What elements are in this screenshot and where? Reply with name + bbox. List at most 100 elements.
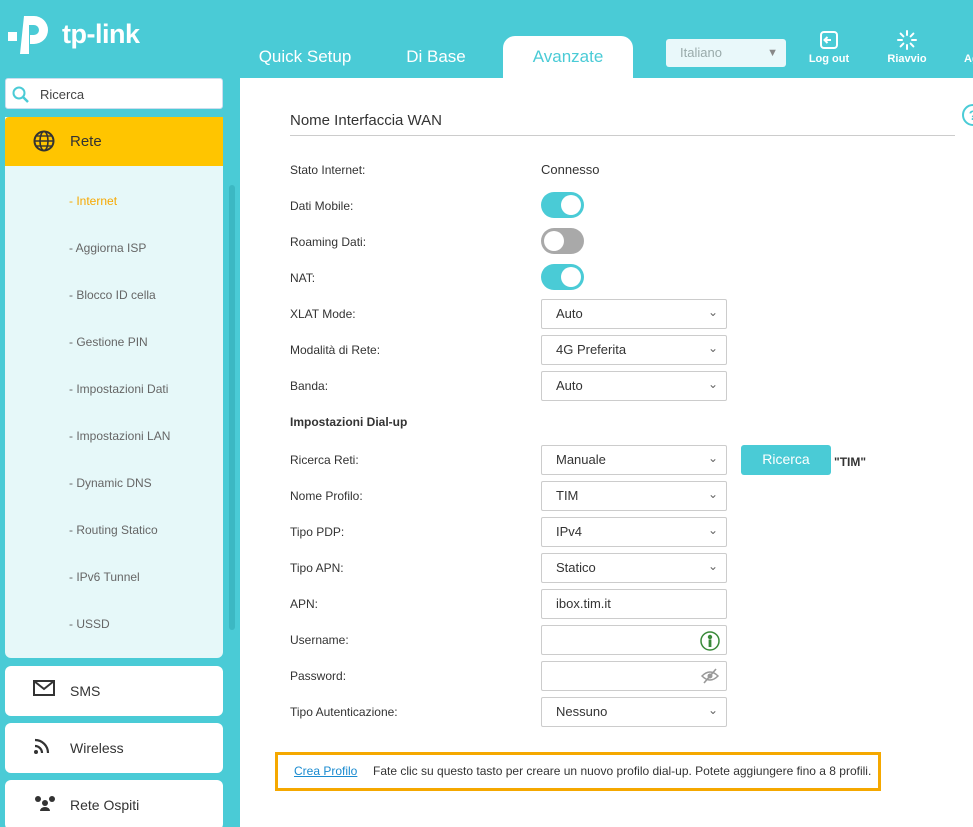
search-input[interactable]: Ricerca [5, 78, 223, 109]
sidebar-item-routing-statico[interactable]: - Routing Statico [69, 523, 158, 537]
sidebar-item-impostazioni-lan[interactable]: - Impostazioni LAN [69, 429, 170, 443]
nome-profilo-label: Nome Profilo: [290, 489, 363, 503]
sidebar-item-gestione-pin[interactable]: - Gestione PIN [69, 335, 148, 349]
logout-icon [820, 31, 838, 49]
sidebar-scrollbar[interactable] [229, 185, 235, 630]
section-divider [290, 135, 955, 136]
sidebar-item-ussd[interactable]: - USSD [69, 617, 110, 631]
ricerca-reti-label: Ricerca Reti: [290, 453, 359, 467]
sidebar-item-wireless[interactable]: Wireless [5, 723, 223, 773]
tipo-apn-select[interactable]: Statico ⌄ [541, 553, 727, 583]
username-label: Username: [290, 633, 349, 647]
language-select[interactable]: Italiano ▼ [666, 39, 786, 67]
stato-internet-label: Stato Internet: [290, 163, 366, 177]
search-placeholder: Ricerca [40, 87, 85, 102]
modalita-rete-value: 4G Preferita [556, 342, 627, 357]
apn-field[interactable]: ibox.tim.it [541, 589, 727, 619]
password-label: Password: [290, 669, 347, 683]
reboot-button[interactable]: Riavvio [877, 30, 937, 65]
nat-label: NAT: [290, 271, 316, 285]
sidebar-item-internet[interactable]: - Internet [69, 194, 117, 208]
nome-profilo-value: TIM [556, 488, 579, 503]
modalita-rete-select[interactable]: 4G Preferita ⌄ [541, 335, 727, 365]
toggle-knob [544, 231, 564, 251]
search-icon [12, 86, 29, 103]
update-button[interactable]: Ag [948, 30, 973, 65]
brand-name: tp-link [62, 18, 140, 49]
sidebar-item-sms-label: SMS [70, 683, 101, 699]
update-icon [964, 30, 973, 53]
eye-slash-icon[interactable] [700, 667, 720, 685]
xlat-mode-label: XLAT Mode: [290, 307, 356, 321]
sidebar-item-impostazioni-dati[interactable]: - Impostazioni Dati [69, 382, 168, 396]
username-field[interactable] [541, 625, 727, 655]
modalita-rete-label: Modalità di Rete: [290, 343, 381, 357]
envelope-icon [33, 680, 55, 696]
toggle-knob [561, 267, 581, 287]
sidebar-item-rete-ospiti-label: Rete Ospiti [70, 797, 140, 813]
wifi-icon [34, 738, 50, 754]
dati-mobile-toggle[interactable] [541, 192, 584, 218]
banda-label: Banda: [290, 379, 329, 393]
reboot-label: Riavvio [887, 53, 927, 65]
chevron-down-icon: ▼ [767, 47, 778, 59]
toggle-knob [561, 195, 581, 215]
tipo-pdp-label: Tipo PDP: [290, 525, 345, 539]
roaming-dati-label: Roaming Dati: [290, 235, 367, 249]
sidebar-item-wireless-label: Wireless [70, 740, 124, 756]
ricerca-reti-select[interactable]: Manuale ⌄ [541, 445, 727, 475]
logout-button[interactable]: Log out [799, 30, 859, 65]
dialup-heading: Impostazioni Dial-up [290, 415, 408, 429]
tipo-apn-label: Tipo APN: [290, 561, 344, 575]
tipo-pdp-select[interactable]: IPv4 ⌄ [541, 517, 727, 547]
sidebar-item-aggiorna-isp[interactable]: - Aggiorna ISP [69, 241, 146, 255]
tab-quick-setup[interactable]: Quick Setup [248, 36, 362, 78]
stato-internet-value: Connesso [541, 162, 600, 177]
chevron-down-icon: ⌄ [707, 559, 718, 573]
chevron-down-icon: ⌄ [707, 451, 718, 465]
apn-label: APN: [290, 597, 319, 611]
create-profile-link[interactable]: Crea Profilo [294, 764, 357, 778]
dati-mobile-label: Dati Mobile: [290, 199, 354, 213]
network-name-label: "TIM" [834, 455, 867, 469]
guests-icon [35, 796, 55, 811]
logout-label: Log out [808, 53, 850, 65]
tp-link-logo-icon [8, 16, 48, 54]
create-profile-hint: Fate clic su questo tasto per creare un … [373, 764, 872, 778]
help-icon[interactable]: ? [962, 104, 973, 126]
password-manager-icon[interactable] [700, 631, 720, 651]
banda-select[interactable]: Auto ⌄ [541, 371, 727, 401]
chevron-down-icon: ⌄ [707, 305, 718, 319]
reboot-icon [897, 30, 917, 50]
nat-toggle[interactable] [541, 264, 584, 290]
nome-profilo-select[interactable]: TIM ⌄ [541, 481, 727, 511]
sidebar-section-rete[interactable]: Rete [5, 117, 223, 166]
chevron-down-icon: ⌄ [707, 341, 718, 355]
xlat-mode-value: Auto [556, 306, 583, 321]
tipo-autenticazione-value: Nessuno [556, 704, 608, 719]
apn-value: ibox.tim.it [556, 596, 611, 611]
chevron-down-icon: ⌄ [707, 487, 718, 501]
sidebar-item-blocco-id-cella[interactable]: - Blocco ID cella [69, 288, 156, 302]
sidebar-item-sms[interactable]: SMS [5, 666, 223, 716]
main-panel: ? Nome Interfaccia WAN Stato Internet: C… [240, 78, 973, 827]
ricerca-button[interactable]: Ricerca [741, 445, 831, 475]
sidebar-item-dynamic-dns[interactable]: - Dynamic DNS [69, 476, 152, 490]
banda-value: Auto [556, 378, 583, 393]
roaming-dati-toggle[interactable] [541, 228, 584, 254]
password-field[interactable] [541, 661, 727, 691]
tipo-autenticazione-label: Tipo Autenticazione: [290, 705, 398, 719]
chevron-down-icon: ⌄ [707, 377, 718, 391]
update-label: Ag [964, 53, 973, 65]
ricerca-reti-value: Manuale [556, 452, 606, 467]
tipo-autenticazione-select[interactable]: Nessuno ⌄ [541, 697, 727, 727]
xlat-mode-select[interactable]: Auto ⌄ [541, 299, 727, 329]
tp-link-logo: tp-link [6, 8, 140, 60]
tab-avanzate[interactable]: Avanzate [503, 36, 633, 78]
tipo-apn-value: Statico [556, 560, 596, 575]
language-value: Italiano [680, 45, 722, 60]
sidebar-item-ipv6-tunnel[interactable]: - IPv6 Tunnel [69, 570, 140, 584]
sidebar-item-rete-ospiti[interactable]: Rete Ospiti [5, 780, 223, 827]
chevron-down-icon: ⌄ [707, 703, 718, 717]
tab-di-base[interactable]: Di Base [380, 36, 492, 78]
